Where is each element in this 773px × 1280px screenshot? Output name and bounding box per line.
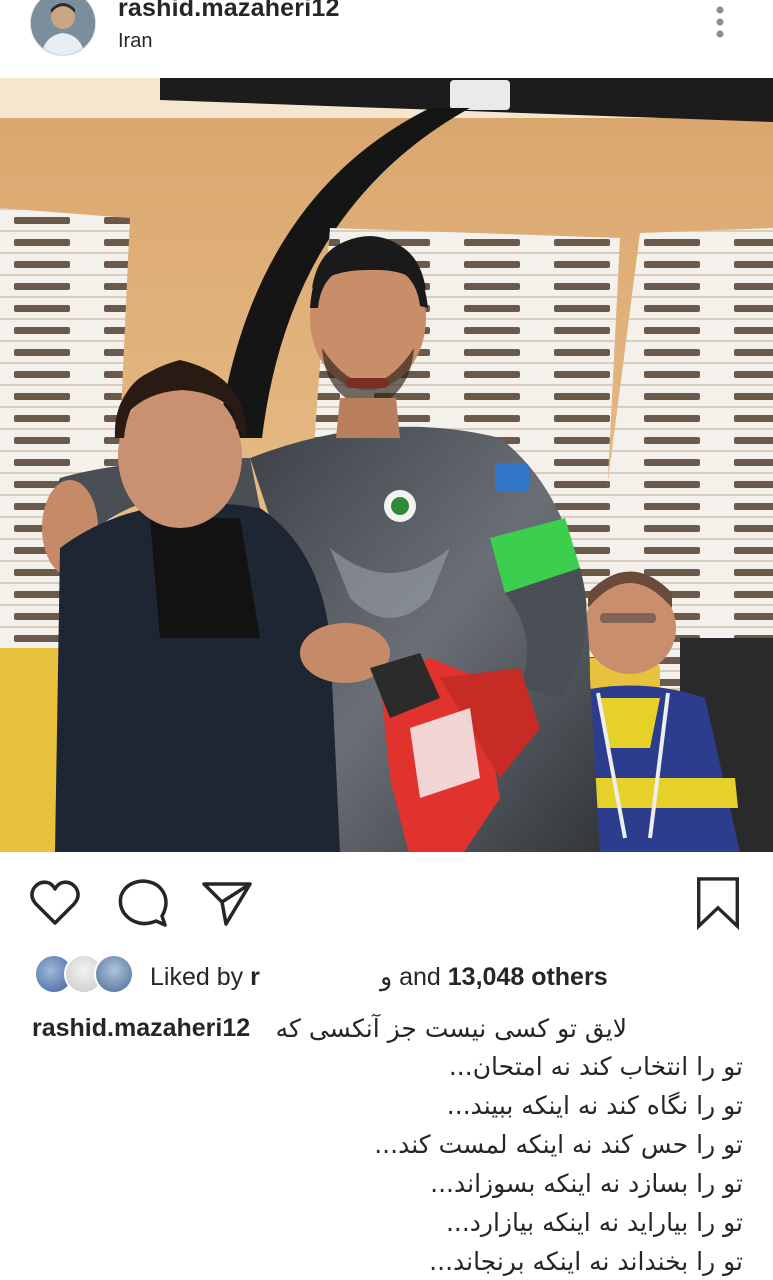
caption-line: تو را بخنداند نه اینکه برنجاند...	[429, 1247, 743, 1276]
caption-username[interactable]: rashid.mazaheri12	[32, 1014, 250, 1043]
comment-icon	[118, 879, 168, 927]
likes-summary[interactable]: Liked by r و and 13,048 others	[150, 962, 608, 992]
likes-prefix: Liked by	[150, 963, 244, 991]
caption-line: تو را حس کند نه اینکه لمست کند...	[374, 1130, 743, 1159]
post-username[interactable]: rashid.mazaheri12	[118, 0, 340, 23]
caption-text: لایق تو کسی نیست جز آنکسی که	[275, 1014, 627, 1043]
bookmark-icon	[697, 877, 739, 930]
more-vertical-icon	[716, 6, 724, 38]
likes-conjunction: and	[399, 963, 441, 991]
profile-avatar[interactable]	[30, 0, 96, 56]
share-button[interactable]	[200, 876, 254, 930]
liker-avatar[interactable]	[94, 954, 134, 994]
post-photo[interactable]	[0, 78, 773, 852]
liker-username-suffix: و	[380, 963, 393, 991]
like-button[interactable]	[28, 876, 82, 930]
save-button[interactable]	[690, 876, 746, 930]
post-action-bar	[0, 860, 773, 940]
likes-count[interactable]: 13,048 others	[448, 963, 608, 991]
liker-avatars[interactable]	[34, 954, 134, 996]
heart-icon	[30, 880, 80, 925]
caption-line: تو را بیاراید نه اینکه بیازارد...	[445, 1208, 743, 1237]
post-header: rashid.mazaheri12 Iran	[0, 0, 773, 78]
caption-line: تو را بسازد نه اینکه بسوزاند...	[430, 1169, 743, 1198]
comment-button[interactable]	[116, 876, 170, 930]
send-icon	[202, 882, 252, 926]
post-location[interactable]: Iran	[118, 30, 152, 53]
caption-line: تو را نگاه کند نه اینکه ببیند...	[446, 1091, 743, 1120]
caption-line: تو را انتخاب کند نه امتحان...	[448, 1052, 743, 1081]
more-options-button[interactable]	[705, 2, 735, 42]
liker-username-fragment: r	[250, 963, 260, 991]
caption-first-line: rashid.mazaheri12 لایق تو کسی نیست جز آن…	[0, 1008, 773, 1052]
liker-username[interactable]: r	[250, 963, 380, 992]
likes-row: Liked by r و and 13,048 others	[0, 950, 773, 1004]
